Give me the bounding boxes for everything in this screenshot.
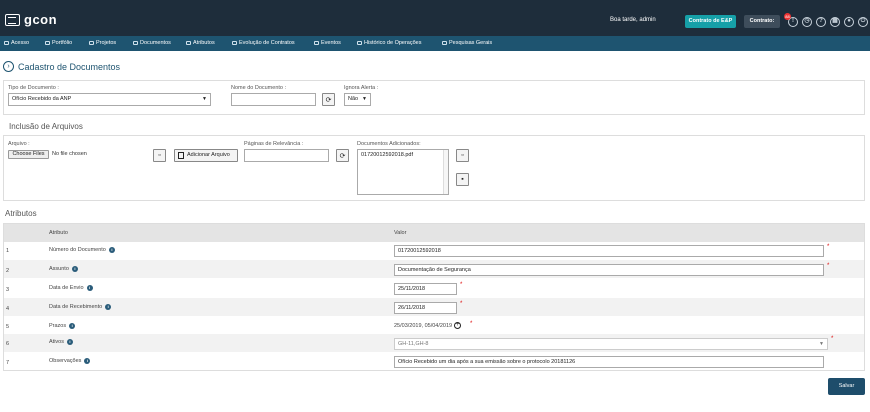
main-nav: Acesso Portfólio Projetos Documentos Atr… (0, 36, 870, 51)
info-icon[interactable]: i (108, 247, 115, 253)
tipo-documento-label: Tipo de Documento : (8, 85, 59, 91)
nav-documentos[interactable]: Documentos (133, 40, 171, 46)
table-row: 2 Assunto i Documentação de Segurança * (4, 260, 864, 278)
documentos-adicionados-label: Documentos Adicionados: (357, 141, 421, 147)
col-valor: Valor (394, 230, 407, 236)
table-row: 3 Data de Envio i 25/11/2018 * (6, 282, 463, 295)
choose-files-button[interactable]: Choose Files (8, 150, 49, 159)
observacoes-input[interactable]: Ofício Recebido um dia após a sua emissã… (394, 356, 824, 368)
page-title: Cadastro de Documentos (18, 61, 121, 72)
ignora-alerta-label: Ignora Alerta : (344, 85, 379, 91)
clock-icon[interactable]: ◷ (802, 17, 812, 27)
top-bar: gcon Boa tarde, admin Contrato de E&P Co… (0, 0, 870, 36)
logo-icon (5, 13, 20, 26)
col-atributo: Atributo (49, 230, 68, 236)
no-file-chosen-text: No file chosen (52, 151, 87, 157)
table-row: 1 Número do Documento i 01720012592018 * (4, 242, 864, 260)
info-icon[interactable]: i (86, 285, 93, 291)
nav-historico-operacoes[interactable]: Histórico de Operações (357, 40, 421, 46)
user-greeting: Boa tarde, admin (610, 17, 656, 23)
nav-pesquisas-gerais[interactable]: Pesquisas Gerais (442, 40, 492, 46)
nome-documento-input[interactable] (231, 93, 316, 106)
chart-icon (232, 41, 237, 45)
list-item[interactable]: 01720012592018.pdf (361, 152, 445, 158)
inclusao-arquivos-title: Inclusão de Arquivos (9, 122, 83, 131)
nav-atributos[interactable]: Atributos (186, 40, 215, 46)
refresh-nome-button[interactable]: ⟳ (322, 93, 335, 106)
prazos-value: 25/03/2019, 05/04/2019 (394, 322, 453, 329)
remove-document-button[interactable]: ▪ (456, 173, 469, 186)
adicionar-arquivo-button[interactable]: Adicionar Arquivo (174, 149, 238, 162)
arquivo-label: Arquivo : (8, 141, 30, 147)
new-file-button[interactable]: ▫ (153, 149, 166, 162)
help-icon[interactable]: ? (816, 17, 826, 27)
documentos-adicionados-list[interactable]: 01720012592018.pdf (357, 149, 449, 195)
new-document-icon: ▫ (461, 152, 464, 159)
refresh-paginas-button[interactable]: ⟳ (336, 149, 349, 162)
save-button[interactable]: Salvar (828, 378, 865, 395)
data-recebimento-input[interactable]: 26/11/2018 (394, 302, 457, 314)
info-icon[interactable]: i (84, 358, 91, 364)
power-icon[interactable]: ⏻ (858, 17, 868, 27)
info-icon[interactable]: i (66, 339, 73, 345)
new-document-icon: ▫ (158, 152, 161, 159)
contrato-selector-button[interactable]: Contrato: (744, 15, 780, 28)
nav-portfolio[interactable]: Portfólio (45, 40, 72, 46)
history-icon (357, 41, 362, 45)
chevron-right-circle-icon: › (3, 61, 14, 72)
info-icon[interactable]: i (69, 323, 76, 329)
lock-icon (4, 41, 9, 45)
required-marker: * (827, 244, 830, 250)
required-marker: * (827, 263, 830, 269)
info-icon[interactable]: i (105, 304, 112, 310)
contract-ep-button[interactable]: Contrato de E&P (685, 15, 736, 28)
briefcase-icon (45, 41, 50, 45)
page-header: › Cadastro de Documentos (3, 61, 120, 72)
assunto-input[interactable]: Documentação de Segurança (394, 264, 824, 276)
paginas-relevancia-input[interactable] (244, 149, 329, 162)
table-row: 7 Observações i Ofício Recebido um dia ap… (4, 352, 864, 370)
tipo-documento-select[interactable]: Ofício Recebido da ANP ▼ (8, 93, 211, 106)
add-circle-icon[interactable]: + (454, 322, 462, 329)
nome-documento-label: Nome do Documento : (231, 85, 287, 91)
document-remove-icon: ▪ (461, 176, 464, 183)
refresh-icon: ⟳ (339, 152, 346, 160)
chevron-down-icon: ▼ (362, 96, 367, 102)
chevron-down-icon: ▼ (819, 341, 824, 347)
calendar-icon (314, 41, 319, 45)
app-logo[interactable]: gcon (5, 12, 57, 27)
table-row: 6 Ativos i GH-11,GH-8 ▼ * (4, 334, 864, 352)
atributos-title: Atributos (5, 209, 37, 218)
chevron-down-icon: ▼ (202, 96, 207, 102)
required-marker: * (470, 321, 473, 327)
nav-evolucao-contratos[interactable]: Evolução de Contratos (232, 40, 295, 46)
notification-badge: 88 (784, 13, 791, 20)
new-document-button[interactable]: ▫ (456, 149, 469, 162)
user-icon[interactable]: ● (844, 17, 854, 27)
data-envio-input[interactable]: 25/11/2018 (394, 283, 457, 295)
folder-icon (89, 41, 94, 45)
ignora-alerta-select[interactable]: Não ▼ (344, 93, 371, 106)
required-marker: * (460, 282, 463, 288)
paginas-relevancia-label: Páginas de Relevância : (244, 141, 304, 147)
required-marker: * (460, 301, 463, 307)
refresh-icon: ⟳ (325, 96, 332, 104)
atributos-table: Atributo Valor 1 Número do Documento i 01… (3, 223, 865, 371)
info-icon[interactable]: i (71, 266, 78, 272)
table-row: 4 Data de Recebimento i 26/11/2018 * (4, 298, 864, 316)
listbox-scrollbar[interactable] (443, 150, 448, 194)
search-icon (442, 41, 447, 45)
table-header: Atributo Valor (4, 224, 864, 242)
list-icon (186, 41, 191, 45)
document-add-icon (178, 152, 184, 159)
required-marker: * (831, 336, 834, 342)
numero-documento-input[interactable]: 01720012592018 (394, 245, 824, 257)
nav-projetos[interactable]: Projetos (89, 40, 116, 46)
ativos-select[interactable]: GH-11,GH-8 ▼ (394, 338, 828, 350)
document-icon (133, 41, 138, 45)
nav-eventos[interactable]: Eventos (314, 40, 341, 46)
grid-icon[interactable]: ▦ (830, 17, 840, 27)
nav-acesso[interactable]: Acesso (4, 40, 29, 46)
app-name: gcon (24, 12, 58, 27)
